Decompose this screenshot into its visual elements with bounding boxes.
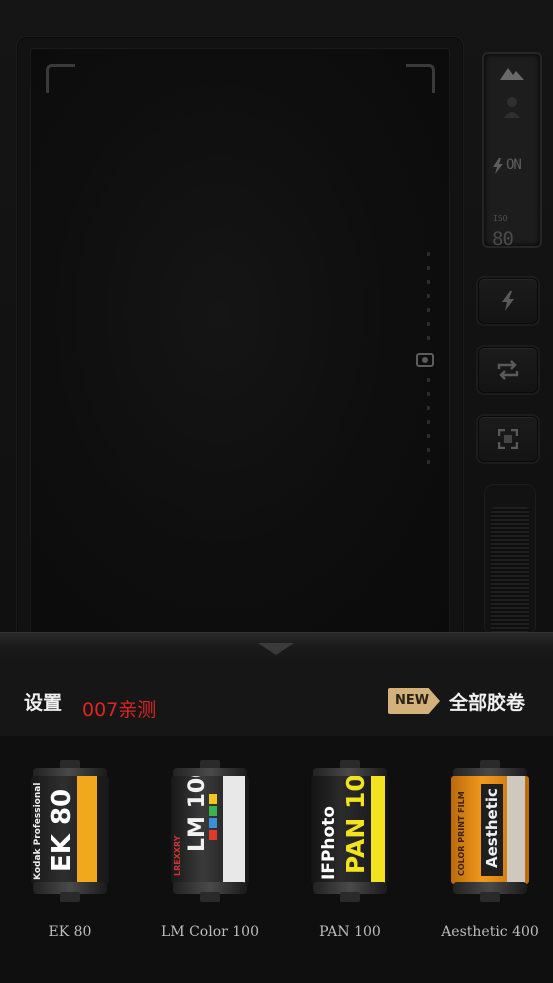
film-item-pan-100[interactable]: IFPhoto PAN 100 PAN 100 (295, 760, 405, 940)
flash-mode-text: ON (506, 157, 522, 173)
switch-camera-icon (497, 360, 519, 380)
frame-corner-top-right (406, 64, 435, 93)
film-item-lm-color-100[interactable]: LREXXRY LM 100 LM Color 100 (155, 760, 265, 940)
collapse-panel-handle[interactable] (258, 643, 294, 655)
switch-camera-button[interactable] (478, 347, 538, 393)
shutter-lever[interactable] (484, 484, 536, 636)
film-name: EK 80 (48, 924, 92, 940)
all-rolls-button[interactable]: 全部胶卷 (449, 688, 525, 715)
film-brand: COLOR PRINT FILM (457, 791, 466, 876)
film-canister: LREXXRY LM 100 (169, 760, 251, 902)
status-lcd: ON ISO 80 (482, 52, 542, 250)
settings-button[interactable]: 设置 (24, 688, 62, 715)
film-canister: Kodak Professional EK 80 (29, 760, 111, 902)
camera-body: ON ISO 80 (0, 0, 553, 638)
film-code: EK 80 (47, 788, 77, 872)
film-item-aesthetic-400[interactable]: COLOR PRINT FILM Aesthetic Aesthetic 400 (435, 760, 545, 940)
film-item-ek80[interactable]: Kodak Professional EK 80 EK 80 (15, 760, 125, 940)
fullscreen-button[interactable] (478, 416, 538, 462)
flash-button[interactable] (478, 278, 538, 324)
iso-value: 80 (492, 228, 514, 250)
film-canister: IFPhoto PAN 100 (309, 760, 391, 902)
new-badge: NEW (388, 688, 440, 714)
film-name: PAN 100 (319, 924, 381, 940)
film-code: PAN 100 (341, 776, 370, 874)
portrait-mode-icon (504, 97, 520, 118)
flash-status-icon (493, 158, 503, 174)
focus-indicator-icon (416, 352, 434, 368)
film-brand: IFPhoto (319, 806, 339, 880)
film-brand: LREXXRY (173, 835, 182, 876)
film-name: Aesthetic 400 (441, 924, 539, 940)
iso-label: ISO (493, 214, 508, 223)
panel-divider (0, 632, 553, 667)
test-label: 007亲测 (82, 699, 157, 721)
film-brand: Kodak Professional (33, 782, 43, 880)
mountain-mode-icon (500, 68, 524, 80)
film-code: LM 100 (185, 776, 210, 852)
flash-icon (502, 291, 514, 311)
new-badge-label: NEW (395, 693, 430, 708)
fullscreen-icon (498, 429, 518, 449)
film-name: LM Color 100 (161, 924, 259, 940)
film-canister: COLOR PRINT FILM Aesthetic (449, 760, 531, 902)
frame-corner-top-left (46, 64, 75, 93)
viewfinder[interactable] (30, 48, 450, 638)
film-code: Aesthetic (483, 788, 501, 868)
shutter-grip (491, 507, 529, 633)
control-column: ON ISO 80 (472, 44, 546, 636)
